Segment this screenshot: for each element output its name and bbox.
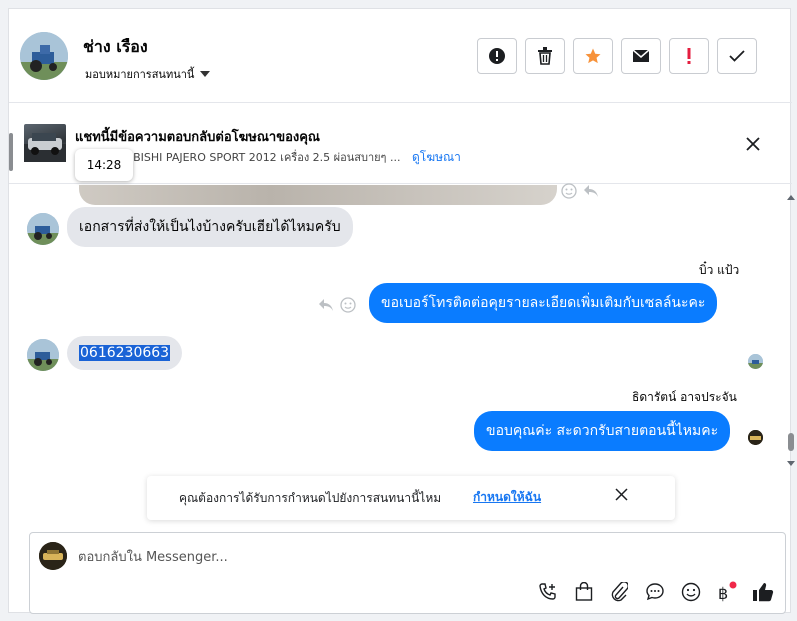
star-button[interactable] xyxy=(573,38,613,74)
assign-label: มอบหมายการสนทนานี้ xyxy=(85,68,195,81)
conversation-panel: ช่าง เรือง มอบหมายการสนทนานี้ แชทนี้มีข้ xyxy=(8,8,795,614)
emoji-icon[interactable] xyxy=(340,297,356,313)
shop-button[interactable] xyxy=(573,581,595,603)
close-icon xyxy=(615,488,628,501)
page-avatar xyxy=(748,430,763,445)
message-input[interactable] xyxy=(78,546,738,568)
conversation-header: ช่าง เรือง มอบหมายการสนทนานี้ xyxy=(9,9,792,103)
ad-thumbnail[interactable] xyxy=(24,124,66,162)
outgoing-message-bubble[interactable]: ขอเบอร์โทรติดต่อคุยรายละเอียดเพิ่มเติมกั… xyxy=(369,283,718,323)
page-avatar xyxy=(39,542,67,570)
chevron-down-icon xyxy=(200,71,211,77)
image-attachment[interactable] xyxy=(79,185,557,205)
contact-name[interactable]: ช่าง เรือง xyxy=(83,35,148,60)
star-icon xyxy=(585,48,601,64)
envelope-icon xyxy=(632,49,650,62)
message-sender-name: ธิดารัตน์ อาจประจัน xyxy=(632,390,737,404)
view-ad-link[interactable]: ดูโฆษณา xyxy=(412,150,461,164)
thumbs-up-icon xyxy=(753,583,774,602)
saved-replies-button[interactable] xyxy=(644,581,666,603)
alert-circle-icon xyxy=(489,48,505,64)
check-icon xyxy=(729,50,745,62)
mark-done-button[interactable] xyxy=(717,38,757,74)
like-button[interactable] xyxy=(752,581,774,603)
reply-icon[interactable] xyxy=(318,298,334,312)
emoji-icon[interactable] xyxy=(561,183,577,199)
paperclip-icon xyxy=(611,582,628,602)
assign-suggestion-bar: คุณต้องการได้รับการกำหนดไปยังการสนทนานี้… xyxy=(147,476,675,520)
ad-banner-title: แชทนี้มีข้อความตอบกลับต่อโฆษณาของคุณ xyxy=(75,130,320,145)
message-sender-name: บิ๋ว แป้ว xyxy=(699,263,740,277)
mark-spam-button[interactable] xyxy=(477,38,517,74)
attach-button[interactable] xyxy=(608,581,630,603)
assign-suggestion-text: คุณต้องการได้รับการกำหนดไปยังการสนทนานี้… xyxy=(179,491,442,505)
seen-indicator-avatar xyxy=(748,354,763,369)
reply-composer: ฿ xyxy=(29,532,786,614)
close-icon xyxy=(746,137,760,151)
trash-icon xyxy=(538,47,552,65)
delete-button[interactable] xyxy=(525,38,565,74)
svg-text:฿: ฿ xyxy=(718,584,728,603)
emoji-icon xyxy=(681,582,701,602)
message-reactions xyxy=(318,297,356,313)
contact-avatar[interactable] xyxy=(20,32,68,80)
incoming-message-bubble[interactable]: เอกสารที่ส่งให้เป็นไงบ้างครับเฮียได้ไหมค… xyxy=(67,207,353,247)
phone-add-icon xyxy=(539,583,556,600)
reply-icon[interactable] xyxy=(583,184,599,198)
exclamation-icon xyxy=(687,48,691,64)
shopping-bag-icon xyxy=(575,582,593,601)
outgoing-message-bubble[interactable]: ขอบคุณค่ะ สะดวกรับสายตอนนี้ไหมคะ xyxy=(474,411,731,451)
incoming-message-bubble[interactable]: 0616230663 xyxy=(67,336,183,370)
mark-unread-button[interactable] xyxy=(621,38,661,74)
contact-message-avatar[interactable] xyxy=(27,213,59,245)
saved-reply-icon xyxy=(646,583,664,601)
contact-message-avatar[interactable] xyxy=(27,339,59,371)
payment-button[interactable]: ฿ xyxy=(716,581,738,603)
assign-to-me-link[interactable]: กำหนดให้ฉัน xyxy=(473,488,541,507)
timestamp-tooltip: 14:28 xyxy=(75,149,133,181)
selected-text[interactable]: 0616230663 xyxy=(79,345,171,361)
close-ad-banner-button[interactable] xyxy=(746,137,760,151)
message-scrollbar[interactable] xyxy=(786,193,796,475)
assign-conversation-dropdown[interactable]: มอบหมายการสนทนานี้ xyxy=(85,65,211,83)
baht-payment-icon: ฿ xyxy=(718,581,737,603)
follow-up-button[interactable] xyxy=(669,38,709,74)
emoji-button[interactable] xyxy=(680,581,702,603)
call-button[interactable] xyxy=(537,581,559,603)
message-reactions xyxy=(561,183,599,199)
dismiss-suggestion-button[interactable] xyxy=(615,488,628,501)
